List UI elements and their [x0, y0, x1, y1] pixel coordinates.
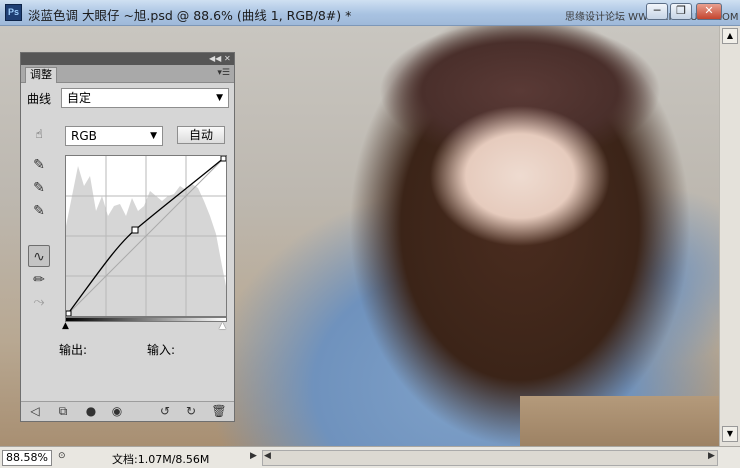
hand-target-icon[interactable]: ☝: [28, 123, 50, 145]
curve-endpoint-low: [65, 310, 72, 317]
title-bar[interactable]: Ps 淡蓝色调 大眼仔 ~旭.psd @ 88.6% (曲线 1, RGB/8#…: [0, 0, 740, 26]
status-bar: 88.58% ⊙ 文档:1.07M/8.56M ▶ ◀ ▶: [0, 446, 740, 468]
panel-bottom-toolbar: ◁ ⧉ ● ◉ ↺ ↻ 🗑: [21, 401, 234, 421]
output-label: 输出:: [59, 343, 88, 357]
curve-label: 曲线: [27, 92, 52, 106]
panel-close-icon[interactable]: ✕: [224, 54, 231, 63]
back-arrow-icon[interactable]: ◁: [27, 404, 43, 418]
horizontal-scrollbar[interactable]: [262, 450, 718, 466]
auto-button[interactable]: 自动: [177, 126, 225, 144]
view-previous-icon[interactable]: ↺: [157, 404, 173, 418]
panel-tabbar: 调整 ▾☰: [21, 65, 234, 83]
smooth-icon[interactable]: ⤳: [28, 291, 50, 313]
maximize-button[interactable]: ❐: [670, 3, 692, 20]
curve-point: [131, 226, 139, 234]
input-gradient-bar: [65, 317, 227, 322]
panel-menu-icon[interactable]: ▾☰: [217, 68, 230, 78]
close-button[interactable]: ✕: [696, 3, 722, 20]
adjustments-panel[interactable]: ◀◀ ✕ 调整 ▾☰ 曲线 自定 ▼ ☝ RGB ▼ 自动 ✎ ✎ ✎ ∿ ✏ …: [20, 52, 235, 422]
channel-value: RGB: [71, 129, 97, 143]
preset-dropdown[interactable]: 自定 ▼: [61, 88, 229, 108]
document-size: 文档:1.07M/8.56M: [112, 453, 210, 466]
input-label: 输入:: [147, 343, 176, 357]
black-eyedropper-icon[interactable]: ✎: [28, 154, 50, 176]
clip-layer-icon[interactable]: ●: [83, 404, 99, 418]
white-slider-icon[interactable]: ▲: [219, 321, 226, 331]
trash-icon[interactable]: 🗑: [211, 404, 227, 418]
preset-value: 自定: [67, 91, 92, 105]
gray-eyedropper-icon[interactable]: ✎: [28, 177, 50, 199]
scroll-left-icon[interactable]: ◀: [264, 451, 271, 461]
curve-graph[interactable]: [65, 155, 227, 317]
expand-view-icon[interactable]: ⧉: [55, 404, 71, 419]
chevron-down-icon: ▼: [150, 131, 157, 141]
scroll-right-icon[interactable]: ▶: [708, 451, 715, 461]
pencil-icon[interactable]: ✏: [28, 269, 50, 291]
curve-point-icon[interactable]: ∿: [28, 245, 50, 267]
chevron-down-icon: ▼: [216, 93, 223, 103]
photoshop-logo-icon: Ps: [5, 4, 22, 21]
minimize-button[interactable]: ─: [646, 3, 668, 20]
channel-dropdown[interactable]: RGB ▼: [65, 126, 163, 146]
panel-header[interactable]: ◀◀ ✕: [21, 53, 234, 65]
reset-icon[interactable]: ↻: [183, 404, 199, 418]
scroll-down-icon[interactable]: ▼: [722, 426, 738, 442]
zoom-input[interactable]: 88.58%: [2, 450, 52, 466]
curve-endpoint-high: [220, 155, 227, 162]
window-title: 淡蓝色调 大眼仔 ~旭.psd @ 88.6% (曲线 1, RGB/8#) *: [28, 8, 352, 23]
collapse-icon[interactable]: ◀◀: [209, 54, 221, 63]
vertical-scrollbar[interactable]: ▲ ▼: [719, 26, 740, 446]
white-eyedropper-icon[interactable]: ✎: [28, 200, 50, 222]
scroll-up-icon[interactable]: ▲: [722, 28, 738, 44]
curve-svg: [65, 155, 227, 317]
visibility-eye-icon[interactable]: ◉: [109, 404, 125, 418]
photo-table: [520, 396, 719, 446]
status-menu-arrow-icon[interactable]: ▶: [250, 451, 257, 461]
status-info-icon[interactable]: ⊙: [58, 451, 66, 461]
black-slider-icon[interactable]: ▲: [62, 321, 69, 331]
tab-adjustments[interactable]: 调整: [25, 67, 57, 83]
